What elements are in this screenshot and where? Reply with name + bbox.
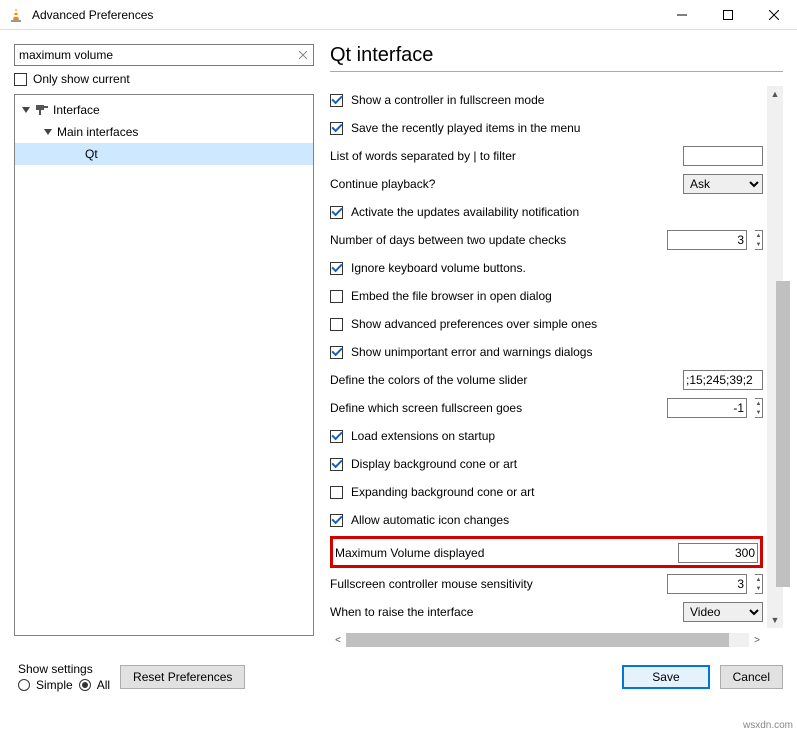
radio-simple-label: Simple bbox=[36, 678, 73, 692]
label: Show unimportant error and warnings dial… bbox=[351, 345, 763, 359]
highlighted-row: Maximum Volume displayed bbox=[330, 536, 763, 568]
volume-colors-input[interactable] bbox=[683, 370, 763, 390]
label: Load extensions on startup bbox=[351, 429, 763, 443]
section-title: Qt interface bbox=[330, 44, 783, 67]
spinner-icon[interactable]: ▲▼ bbox=[755, 398, 763, 418]
label: Allow automatic icon changes bbox=[351, 513, 763, 527]
tree-label: Main interfaces bbox=[57, 125, 138, 139]
checkbox-bg-cone[interactable] bbox=[330, 458, 343, 471]
label: Display background cone or art bbox=[351, 457, 763, 471]
fullscreen-screen-input[interactable] bbox=[667, 398, 747, 418]
chevron-down-icon bbox=[21, 105, 31, 115]
chevron-down-icon bbox=[43, 127, 53, 137]
vlc-app-icon bbox=[8, 7, 24, 23]
minimize-button[interactable] bbox=[659, 0, 705, 30]
checkbox-auto-icon[interactable] bbox=[330, 514, 343, 527]
label: Fullscreen controller mouse sensitivity bbox=[330, 577, 659, 591]
only-show-current-label: Only show current bbox=[33, 72, 130, 86]
vertical-scrollbar[interactable]: ▲ ▼ bbox=[767, 86, 783, 628]
tree-item-main-interfaces[interactable]: Main interfaces bbox=[15, 121, 313, 143]
save-button[interactable]: Save bbox=[622, 665, 709, 689]
preferences-tree[interactable]: Interface Main interfaces Qt bbox=[14, 94, 314, 636]
scroll-thumb[interactable] bbox=[346, 633, 729, 647]
checkbox-save-recent[interactable] bbox=[330, 122, 343, 135]
label: Show a controller in fullscreen mode bbox=[351, 93, 763, 107]
scroll-right-icon[interactable]: > bbox=[749, 632, 765, 648]
filter-words-input[interactable] bbox=[683, 146, 763, 166]
label: Define the colors of the volume slider bbox=[330, 373, 675, 387]
scroll-down-icon[interactable]: ▼ bbox=[767, 612, 783, 628]
label: When to raise the interface bbox=[330, 605, 675, 619]
scroll-up-icon[interactable]: ▲ bbox=[767, 86, 783, 102]
checkbox-embed-file-browser[interactable] bbox=[330, 290, 343, 303]
radio-simple[interactable] bbox=[18, 679, 30, 691]
update-days-input[interactable] bbox=[667, 230, 747, 250]
label: Continue playback? bbox=[330, 177, 675, 191]
label: Number of days between two update checks bbox=[330, 233, 659, 247]
tree-label: Qt bbox=[85, 147, 98, 161]
scroll-left-icon[interactable]: < bbox=[330, 632, 346, 648]
show-settings-label: Show settings bbox=[18, 662, 110, 676]
max-volume-input[interactable] bbox=[678, 543, 758, 563]
radio-all-label: All bbox=[97, 678, 110, 692]
raise-interface-select[interactable]: Video bbox=[683, 602, 763, 622]
checkbox-load-ext[interactable] bbox=[330, 430, 343, 443]
horizontal-scrollbar[interactable]: < > bbox=[330, 632, 765, 648]
scroll-thumb[interactable] bbox=[776, 281, 790, 587]
tree-item-interface[interactable]: Interface bbox=[15, 99, 313, 121]
checkbox-fullscreen-controller[interactable] bbox=[330, 94, 343, 107]
continue-playback-select[interactable]: Ask bbox=[683, 174, 763, 194]
checkbox-expand-cone[interactable] bbox=[330, 486, 343, 499]
interface-icon bbox=[35, 103, 49, 117]
checkbox-updates-notify[interactable] bbox=[330, 206, 343, 219]
spinner-icon[interactable]: ▲▼ bbox=[755, 230, 763, 250]
fs-sensitivity-input[interactable] bbox=[667, 574, 747, 594]
cancel-button[interactable]: Cancel bbox=[720, 665, 783, 689]
spinner-icon[interactable]: ▲▼ bbox=[755, 574, 763, 594]
label: List of words separated by | to filter bbox=[330, 149, 675, 163]
titlebar: Advanced Preferences bbox=[0, 0, 797, 30]
label: Ignore keyboard volume buttons. bbox=[351, 261, 763, 275]
reset-preferences-button[interactable]: Reset Preferences bbox=[120, 665, 245, 689]
radio-all[interactable] bbox=[79, 679, 91, 691]
tree-label: Interface bbox=[53, 103, 100, 117]
checkbox-show-unimportant[interactable] bbox=[330, 346, 343, 359]
divider bbox=[330, 71, 783, 72]
search-input[interactable] bbox=[15, 45, 313, 65]
only-show-current-checkbox[interactable] bbox=[14, 73, 27, 86]
checkbox-adv-over-simple[interactable] bbox=[330, 318, 343, 331]
clear-search-icon[interactable] bbox=[296, 48, 310, 62]
label: Expanding background cone or art bbox=[351, 485, 763, 499]
watermark: wsxdn.com bbox=[743, 720, 793, 731]
tree-item-qt[interactable]: Qt bbox=[15, 143, 313, 165]
checkbox-ignore-kb-volume[interactable] bbox=[330, 262, 343, 275]
label: Show advanced preferences over simple on… bbox=[351, 317, 763, 331]
maximize-button[interactable] bbox=[705, 0, 751, 30]
close-button[interactable] bbox=[751, 0, 797, 30]
label: Embed the file browser in open dialog bbox=[351, 289, 763, 303]
label: Activate the updates availability notifi… bbox=[351, 205, 763, 219]
label: Define which screen fullscreen goes bbox=[330, 401, 659, 415]
search-input-wrap[interactable] bbox=[14, 44, 314, 66]
label: Maximum Volume displayed bbox=[335, 546, 670, 560]
label: Save the recently played items in the me… bbox=[351, 121, 763, 135]
window-title: Advanced Preferences bbox=[32, 8, 659, 22]
